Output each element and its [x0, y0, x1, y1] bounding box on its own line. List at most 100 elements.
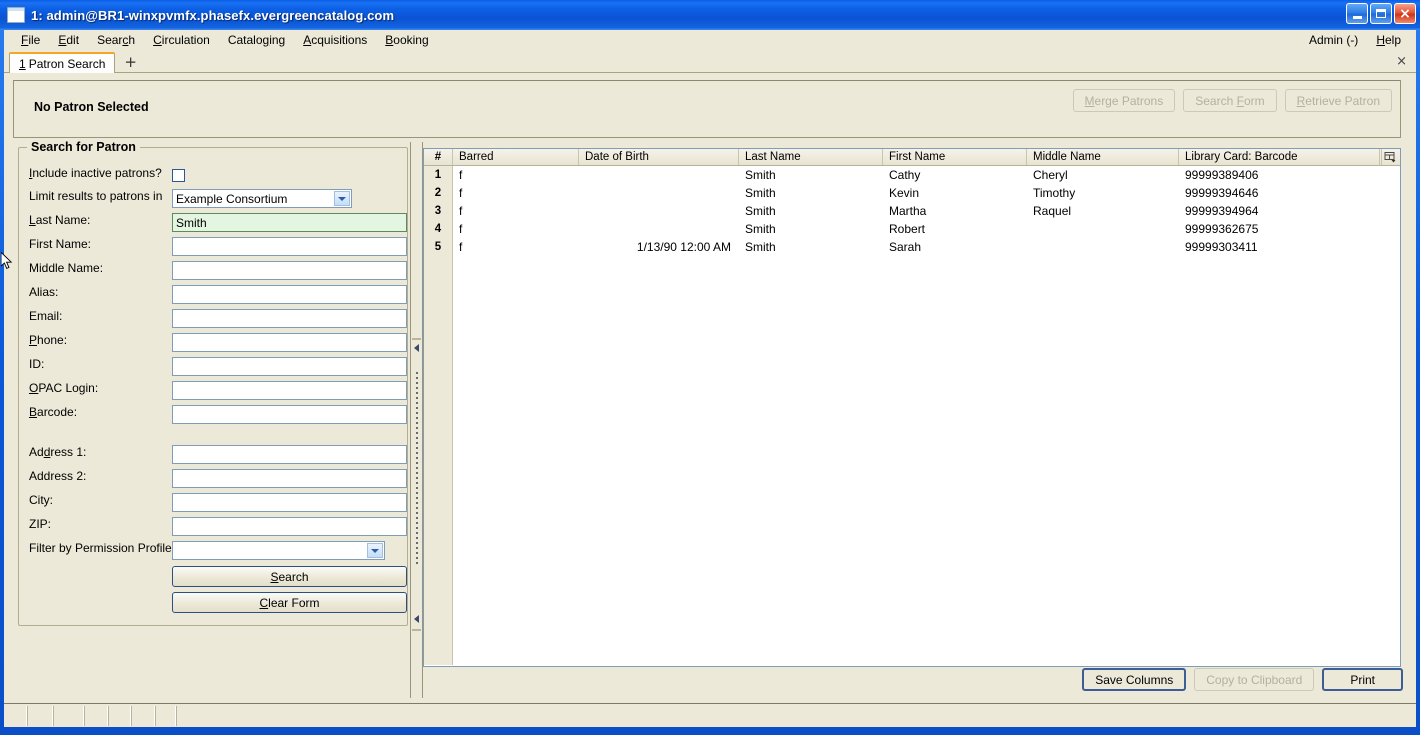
include-inactive-checkbox[interactable]	[172, 169, 185, 182]
splitter-line-top	[412, 338, 421, 340]
menu-search[interactable]: Search	[88, 31, 144, 49]
last-name-label: Last Name:	[29, 213, 91, 227]
patron-header-bar: No Patron Selected Merge Patrons Search …	[13, 80, 1401, 138]
column-header-num[interactable]: #	[424, 149, 453, 165]
search-panel: Search for Patron Include inactive patro…	[13, 140, 413, 698]
cell-num: 5	[424, 241, 453, 253]
limit-results-value: Example Consortium	[176, 191, 288, 206]
cell-num: 4	[424, 223, 453, 235]
address-2-input[interactable]	[172, 469, 407, 488]
email-label: Email:	[29, 309, 63, 323]
column-header-first-name[interactable]: First Name	[883, 149, 1027, 165]
table-row[interactable]: 1 f Smith Cathy Cheryl 99999389406	[424, 166, 1400, 184]
column-picker-icon[interactable]	[1379, 149, 1400, 165]
permission-profile-select[interactable]	[172, 541, 385, 560]
column-header-library-card-barcode[interactable]: Library Card: Barcode	[1179, 149, 1382, 165]
save-columns-button[interactable]: Save Columns	[1082, 668, 1187, 691]
menu-booking[interactable]: Booking	[376, 31, 437, 49]
status-bar	[4, 703, 1416, 727]
close-icon: ×	[1399, 5, 1411, 22]
menu-help[interactable]: Help	[1367, 31, 1410, 49]
search-form-button[interactable]: Search Form	[1183, 89, 1277, 112]
print-button[interactable]: Print	[1322, 668, 1403, 691]
field-zip: ZIP:	[19, 517, 409, 541]
barcode-label: Barcode:	[29, 405, 78, 419]
address-1-input[interactable]	[172, 445, 407, 464]
table-row[interactable]: 2 f Smith Kevin Timothy 99999394646	[424, 184, 1400, 202]
id-input[interactable]	[172, 357, 407, 376]
panel-splitter[interactable]	[410, 142, 423, 698]
tab-label: Patron Search	[28, 56, 106, 71]
maximize-button[interactable]	[1370, 3, 1392, 24]
menu-admin[interactable]: Admin (-)	[1300, 31, 1367, 49]
menu-cataloging[interactable]: Cataloging	[219, 31, 294, 49]
cell-middle-name: Timothy	[1033, 186, 1076, 200]
last-name-input[interactable]	[172, 213, 407, 232]
opac-login-label: OPAC Login:	[29, 381, 99, 395]
merge-patrons-button[interactable]: Merge Patrons	[1072, 89, 1176, 112]
cell-first-name: Kevin	[889, 186, 920, 200]
column-header-dob[interactable]: Date of Birth	[579, 149, 739, 165]
menu-bar-right: Admin (-) Help	[1300, 31, 1410, 49]
menu-acquisitions[interactable]: Acquisitions	[294, 31, 376, 49]
field-last-name: Last Name:	[19, 213, 409, 237]
field-address-2: Address 2:	[19, 469, 409, 493]
cell-first-name: Robert	[889, 222, 926, 236]
new-tab-button[interactable]: +	[124, 55, 137, 70]
field-email: Email:	[19, 309, 409, 333]
zip-input[interactable]	[172, 517, 407, 536]
city-input[interactable]	[172, 493, 407, 512]
splitter-collapse-right-icon[interactable]	[414, 615, 419, 623]
limit-results-select[interactable]: Example Consortium	[172, 189, 352, 208]
field-id: ID:	[19, 357, 409, 381]
barcode-input[interactable]	[172, 405, 407, 424]
column-header-barred[interactable]: Barred	[453, 149, 579, 165]
cell-barred: f	[459, 186, 463, 200]
menu-file[interactable]: File	[12, 31, 49, 49]
cell-barcode: 99999394964	[1185, 204, 1259, 218]
phone-input[interactable]	[172, 333, 407, 352]
minimize-button[interactable]	[1346, 3, 1368, 24]
window-title: 1: admin@BR1-winxpvmfx.phasefx.evergreen…	[31, 7, 395, 23]
maximize-icon	[1376, 9, 1386, 18]
phone-label: Phone:	[29, 333, 68, 347]
middle-name-label: Middle Name:	[29, 261, 104, 275]
tab-patron-search[interactable]: 1 Patron Search	[9, 52, 116, 73]
alias-input[interactable]	[172, 285, 407, 304]
cell-barred: f	[459, 168, 463, 182]
retrieve-patron-button[interactable]: Retrieve Patron	[1284, 89, 1392, 112]
opac-login-input[interactable]	[172, 381, 407, 400]
column-header-middle-name[interactable]: Middle Name	[1027, 149, 1179, 165]
table-row[interactable]: 4 f Smith Robert 99999362675	[424, 220, 1400, 238]
splitter-collapse-left-icon[interactable]	[414, 344, 419, 352]
menu-edit[interactable]: Edit	[49, 31, 88, 49]
table-row[interactable]: 5 f 1/13/90 12:00 AM Smith Sarah 9999930…	[424, 238, 1400, 256]
menu-circulation[interactable]: Circulation	[144, 31, 219, 49]
id-label: ID:	[29, 357, 45, 371]
limit-results-label: Limit results to patrons in	[29, 189, 163, 203]
first-name-input[interactable]	[172, 237, 407, 256]
table-row[interactable]: 3 f Smith Martha Raquel 99999394964	[424, 202, 1400, 220]
middle-name-input[interactable]	[172, 261, 407, 280]
field-barcode: Barcode:	[19, 405, 409, 429]
mouse-cursor	[1, 252, 13, 270]
cell-last-name: Smith	[745, 204, 776, 218]
copy-to-clipboard-button[interactable]: Copy to Clipboard	[1194, 668, 1315, 691]
cell-first-name: Martha	[889, 204, 927, 218]
email-input[interactable]	[172, 309, 407, 328]
close-button[interactable]: ×	[1394, 3, 1416, 24]
status-cell	[53, 706, 84, 726]
cell-first-name: Sarah	[889, 240, 922, 254]
column-header-last-name[interactable]: Last Name	[739, 149, 883, 165]
title-bar: 1: admin@BR1-winxpvmfx.phasefx.evergreen…	[0, 0, 1420, 30]
client-area: File Edit Search Circulation Cataloging …	[4, 30, 1416, 727]
clear-form-button[interactable]: Clear Form	[172, 592, 407, 613]
cell-middle-name: Cheryl	[1033, 168, 1068, 182]
cell-last-name: Smith	[745, 240, 776, 254]
cell-barcode: 99999389406	[1185, 168, 1259, 182]
cell-num: 1	[424, 169, 453, 181]
search-button[interactable]: Search	[172, 566, 407, 587]
zip-label: ZIP:	[29, 517, 52, 531]
close-tab-button[interactable]: ×	[1396, 54, 1407, 69]
results-action-buttons: Save Columns Copy to Clipboard Print	[1082, 668, 1403, 691]
